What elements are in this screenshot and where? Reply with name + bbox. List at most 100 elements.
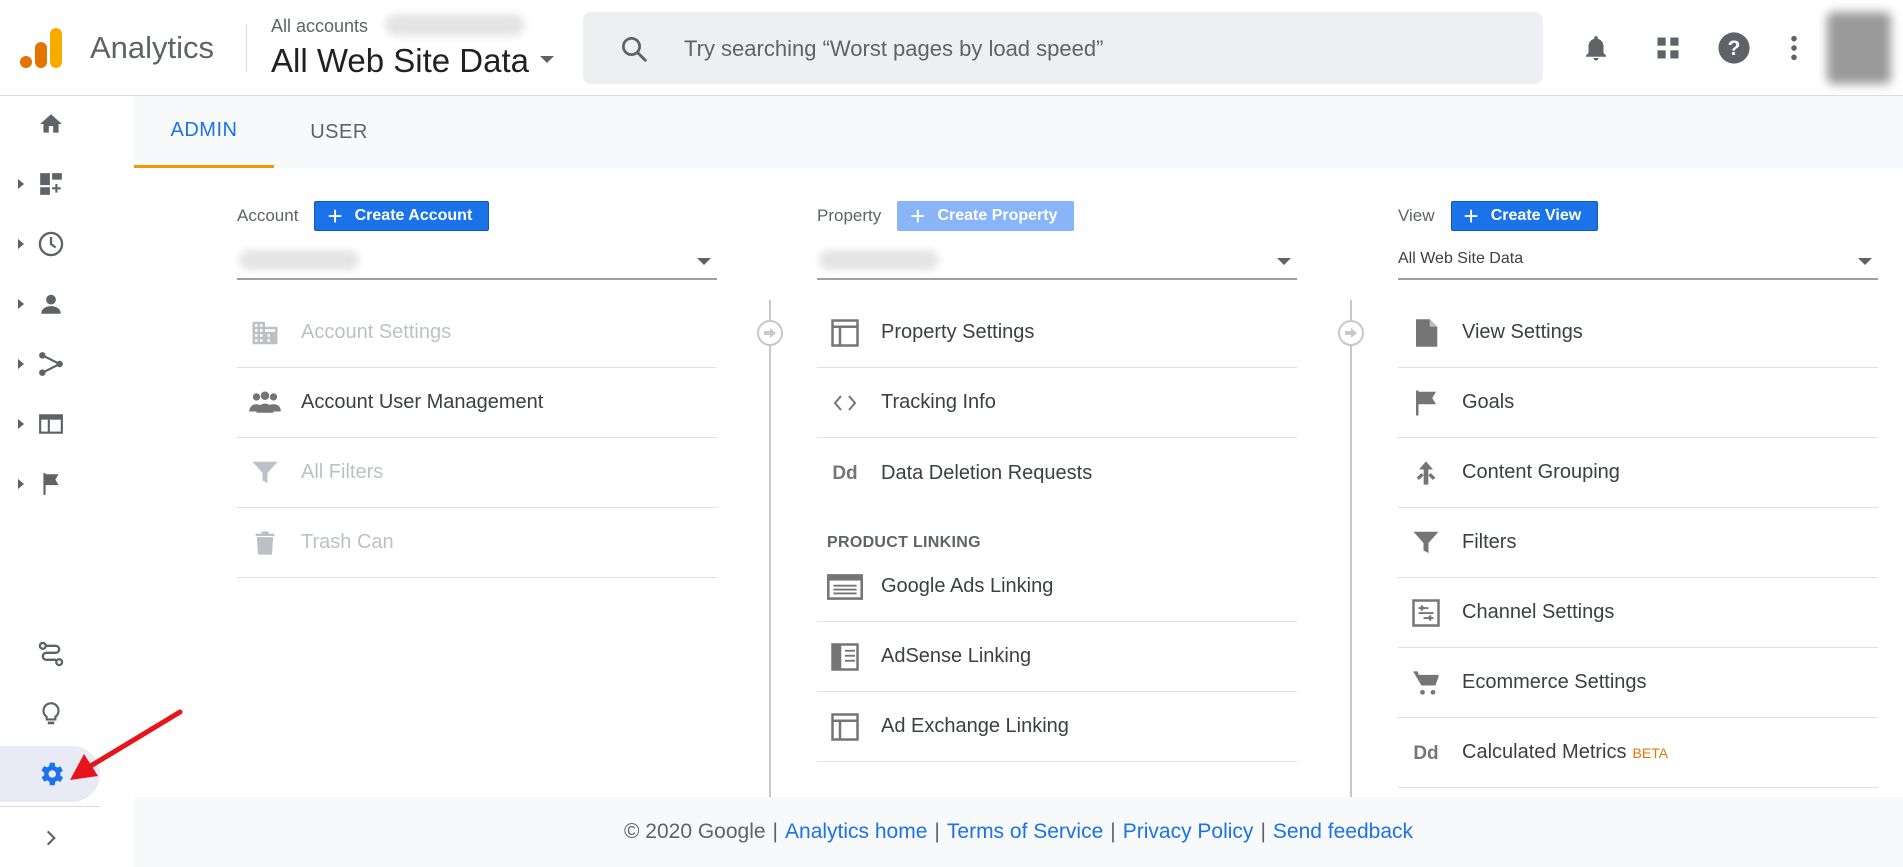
svg-text:?: ?: [1728, 36, 1741, 60]
copyright: © 2020 Google: [623, 820, 766, 843]
create-view-button[interactable]: + Create View: [1450, 201, 1599, 231]
ad-exchange-linking-item[interactable]: Ad Exchange Linking: [817, 692, 1297, 762]
chevron-down-icon[interactable]: [540, 56, 554, 63]
adsense-icon: [827, 639, 863, 675]
terms-of-service-link[interactable]: Terms of Service: [947, 820, 1103, 844]
nav-audience[interactable]: [0, 276, 134, 332]
column-connector: [1350, 300, 1352, 797]
nav-customization[interactable]: [0, 156, 134, 212]
view-settings-item[interactable]: View Settings: [1398, 298, 1878, 368]
data-deletion-label: Data Deletion Requests: [881, 461, 1093, 484]
nav-conversions[interactable]: [0, 456, 134, 512]
data-deletion-item[interactable]: Dd Data Deletion Requests: [817, 438, 1297, 508]
search-bar[interactable]: Try searching “Worst pages by load speed…: [583, 12, 1543, 84]
property-column: Property + Create Property Property Sett…: [817, 200, 1297, 800]
footer-separator: |: [1110, 820, 1116, 843]
view-header: View + Create View: [1398, 200, 1599, 232]
account-column: Account + Create Account Account Setting…: [237, 200, 717, 600]
channel-icon: [1408, 595, 1444, 631]
flag-icon: [36, 469, 66, 499]
app-name: Analytics: [90, 30, 215, 65]
ecommerce-settings-item[interactable]: Ecommerce Settings: [1398, 648, 1878, 718]
account-settings-item[interactable]: Account Settings: [237, 298, 717, 368]
red-annotation-arrow: [70, 709, 183, 780]
dd-icon: Dd: [1408, 735, 1444, 771]
account-picker-view[interactable]: All Web Site Data: [271, 42, 529, 80]
nav-realtime[interactable]: [0, 216, 134, 272]
column-connector: [769, 300, 771, 797]
bell-icon[interactable]: [1578, 30, 1614, 66]
redacted-property-value: [819, 250, 939, 270]
nav-attribution[interactable]: [0, 626, 134, 682]
account-user-management-label: Account User Management: [301, 391, 544, 413]
top-bar: Analytics All accounts All Web Site Data…: [0, 0, 1903, 96]
search-input[interactable]: Try searching “Worst pages by load speed…: [684, 36, 1103, 62]
help-icon[interactable]: ?: [1716, 30, 1752, 66]
nav-home[interactable]: [0, 96, 134, 152]
avatar[interactable]: [1827, 12, 1891, 84]
caret-right-icon: [18, 239, 24, 249]
account-user-management-item[interactable]: Account User Management: [237, 368, 717, 438]
caret-right-icon: [18, 419, 24, 429]
tab-user[interactable]: USER: [279, 96, 399, 168]
channel-settings-item[interactable]: Channel Settings: [1398, 578, 1878, 648]
view-select-value: All Web Site Data: [1398, 250, 1524, 267]
plus-icon: +: [1463, 201, 1479, 231]
users-icon: [247, 385, 283, 421]
nav-acquisition[interactable]: [0, 336, 134, 392]
content-grouping-item[interactable]: Content Grouping: [1398, 438, 1878, 508]
realtime-icon: [36, 229, 66, 259]
create-account-label: Create Account: [354, 207, 473, 224]
footer-separator: |: [772, 820, 779, 843]
account-select[interactable]: [237, 242, 717, 280]
attribution-icon: [36, 639, 66, 669]
caret-right-icon: [18, 479, 24, 489]
nav-behavior[interactable]: [0, 396, 134, 452]
customization-icon: [36, 169, 66, 199]
footer-separator: |: [934, 820, 940, 843]
create-view-label: Create View: [1490, 207, 1582, 224]
create-property-label: Create Property: [937, 207, 1058, 224]
account-picker-label[interactable]: All accounts: [271, 16, 368, 37]
calculated-metrics-item[interactable]: Dd Calculated Metrics BETA: [1398, 718, 1878, 788]
home-icon: [36, 109, 66, 139]
arrow-right-icon: [1338, 320, 1364, 346]
more-vert-icon[interactable]: [1776, 30, 1812, 66]
trash-can-item[interactable]: Trash Can: [237, 508, 717, 578]
tab-admin[interactable]: ADMIN: [134, 96, 274, 168]
filter-icon: [1408, 525, 1444, 561]
grouping-icon: [1408, 455, 1444, 491]
analytics-home-link[interactable]: Analytics home: [785, 820, 927, 844]
tracking-info-item[interactable]: Tracking Info: [817, 368, 1297, 438]
all-filters-item[interactable]: All Filters: [237, 438, 717, 508]
filter-icon: [247, 455, 283, 491]
view-select[interactable]: All Web Site Data: [1398, 242, 1878, 280]
send-feedback-link[interactable]: Send feedback: [1273, 820, 1413, 844]
admin-tabs: ADMIN USER: [134, 96, 1903, 168]
building-icon: [247, 315, 283, 351]
adsense-linking-item[interactable]: AdSense Linking: [817, 622, 1297, 692]
apps-grid-icon[interactable]: [1650, 30, 1686, 66]
footer: © 2020 Google | Analytics home | Terms o…: [134, 797, 1903, 867]
goals-item[interactable]: Goals: [1398, 368, 1878, 438]
view-column: View + Create View All Web Site Data Vie…: [1398, 200, 1878, 800]
google-ads-linking-item[interactable]: Google Ads Linking: [817, 552, 1297, 622]
nav-expand[interactable]: [0, 810, 134, 866]
plus-icon: +: [910, 201, 926, 231]
privacy-policy-link[interactable]: Privacy Policy: [1123, 820, 1254, 844]
property-settings-item[interactable]: Property Settings: [817, 298, 1297, 368]
redacted-account-value: [239, 250, 359, 270]
adx-icon: [827, 709, 863, 745]
beta-badge: BETA: [1632, 745, 1669, 761]
account-settings-label: Account Settings: [301, 321, 452, 343]
filters-item[interactable]: Filters: [1398, 508, 1878, 578]
create-property-button[interactable]: + Create Property: [897, 201, 1075, 231]
trash-can-label: Trash Can: [301, 531, 394, 553]
all-filters-label: All Filters: [301, 461, 384, 483]
layout-icon: [827, 315, 863, 351]
analytics-logo-icon[interactable]: [20, 26, 64, 70]
create-account-button[interactable]: + Create Account: [314, 201, 490, 231]
svg-text:Dd: Dd: [832, 463, 857, 484]
property-header: Property + Create Property: [817, 200, 1075, 232]
property-select[interactable]: [817, 242, 1297, 280]
